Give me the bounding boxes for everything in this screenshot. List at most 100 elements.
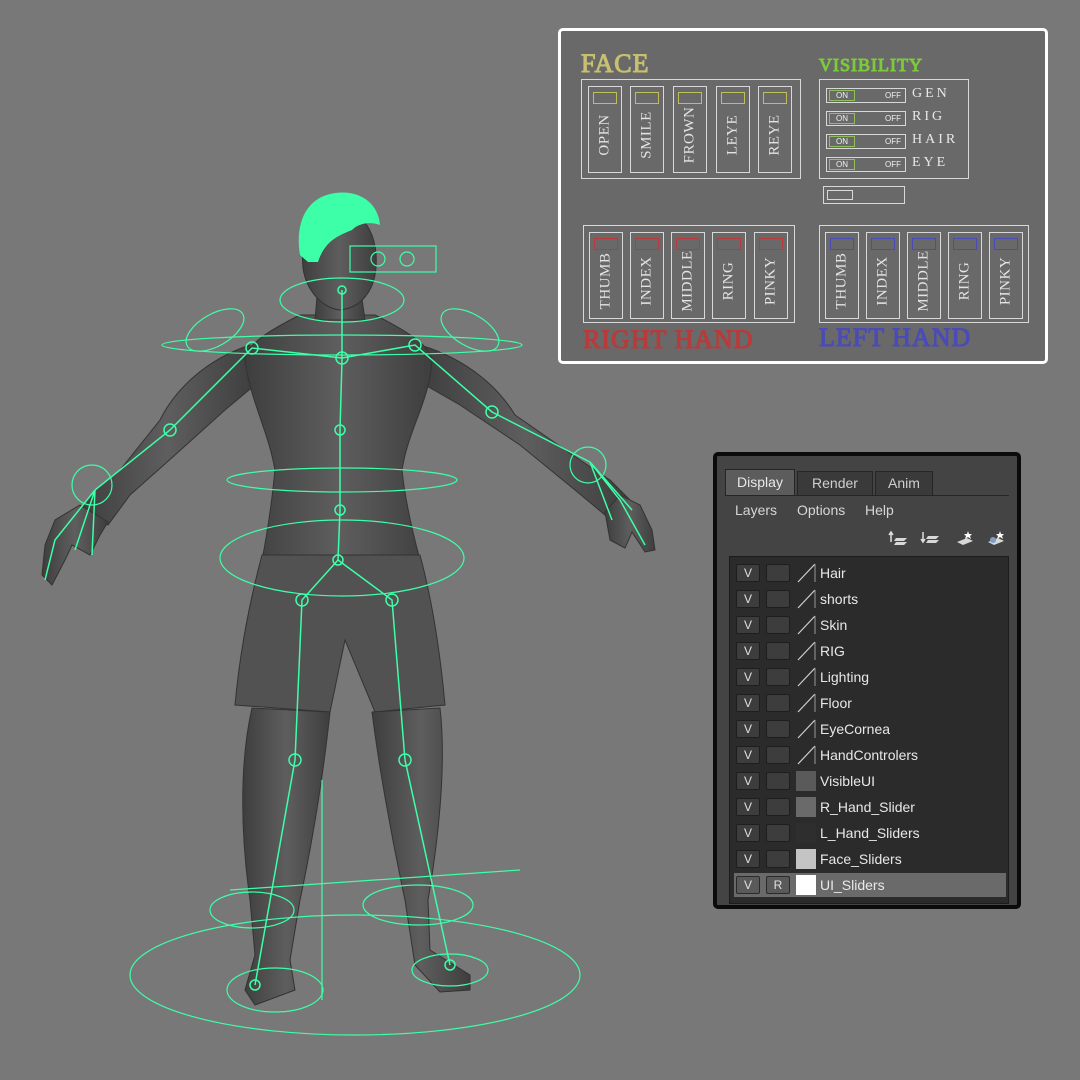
layer-name[interactable]: RIG: [820, 643, 845, 659]
visibility-toggle-rig[interactable]: ON OFF: [826, 111, 906, 126]
layer-name[interactable]: UI_Sliders: [820, 877, 885, 893]
visibility-toggle[interactable]: V: [736, 850, 760, 868]
create-layer-from-selected-icon[interactable]: [985, 528, 1007, 550]
off-label[interactable]: OFF: [885, 136, 901, 147]
layer-color-swatch[interactable]: [796, 589, 816, 609]
eye-right-control[interactable]: [399, 251, 415, 267]
slider-knob[interactable]: [678, 92, 702, 104]
layer-color-swatch[interactable]: [796, 797, 816, 817]
reference-toggle[interactable]: [766, 824, 790, 842]
on-button[interactable]: ON: [829, 113, 855, 124]
right-hand-slider-ring[interactable]: RING: [712, 232, 746, 319]
slider-knob[interactable]: [912, 238, 936, 250]
visibility-toggle-gen[interactable]: ON OFF: [826, 88, 906, 103]
on-button[interactable]: ON: [829, 90, 855, 101]
reference-toggle[interactable]: [766, 772, 790, 790]
reference-toggle[interactable]: [766, 850, 790, 868]
menu-help[interactable]: Help: [865, 502, 894, 518]
visibility-toggle[interactable]: V: [736, 772, 760, 790]
slider-knob[interactable]: [994, 238, 1018, 250]
visibility-toggle[interactable]: V: [736, 746, 760, 764]
layer-color-swatch[interactable]: [796, 849, 816, 869]
tab-render[interactable]: Render: [797, 471, 873, 495]
left-hand-slider-ring[interactable]: RING: [948, 232, 982, 319]
face-slider-leye[interactable]: LEYE: [716, 86, 750, 173]
layer-row-handcontrolers[interactable]: V HandControlers: [734, 743, 1006, 767]
on-button[interactable]: ON: [829, 136, 855, 147]
face-slider-frown[interactable]: FROWN: [673, 86, 707, 173]
face-slider-reye[interactable]: REYE: [758, 86, 792, 173]
layer-name[interactable]: R_Hand_Slider: [820, 799, 915, 815]
layer-name[interactable]: Floor: [820, 695, 852, 711]
left-hand-slider-index[interactable]: INDEX: [866, 232, 900, 319]
reference-toggle[interactable]: [766, 642, 790, 660]
visibility-toggle[interactable]: V: [736, 668, 760, 686]
reference-toggle[interactable]: [766, 590, 790, 608]
right-hand-slider-index[interactable]: INDEX: [630, 232, 664, 319]
slider-knob[interactable]: [717, 238, 741, 250]
visibility-toggle[interactable]: V: [736, 616, 760, 634]
layer-color-swatch[interactable]: [796, 823, 816, 843]
layer-row-l-hand-sliders[interactable]: V L_Hand_Sliders: [734, 821, 1006, 845]
slider-knob[interactable]: [759, 238, 783, 250]
slider-knob[interactable]: [676, 238, 700, 250]
reference-toggle[interactable]: [766, 798, 790, 816]
layer-color-swatch[interactable]: [796, 745, 816, 765]
layer-name[interactable]: shorts: [820, 591, 858, 607]
left-hand-slider-thumb[interactable]: THUMB: [825, 232, 859, 319]
layer-name[interactable]: VisibleUI: [820, 773, 875, 789]
right-hand-slider-middle[interactable]: MIDDLE: [671, 232, 705, 319]
off-label[interactable]: OFF: [885, 113, 901, 124]
reference-toggle[interactable]: [766, 694, 790, 712]
layer-row-ui-sliders[interactable]: V R UI_Sliders: [734, 873, 1006, 897]
create-empty-layer-icon[interactable]: [953, 528, 975, 550]
slider-knob[interactable]: [830, 238, 854, 250]
slider-knob[interactable]: [953, 238, 977, 250]
root-control[interactable]: [129, 914, 581, 1036]
visibility-toggle[interactable]: V: [736, 642, 760, 660]
left-hand-slider-middle[interactable]: MIDDLE: [907, 232, 941, 319]
slider-knob[interactable]: [635, 238, 659, 250]
slider-knob[interactable]: [871, 238, 895, 250]
reference-toggle[interactable]: [766, 668, 790, 686]
menu-layers[interactable]: Layers: [735, 502, 777, 518]
face-slider-smile[interactable]: SMILE: [630, 86, 664, 173]
visibility-toggle-eye[interactable]: ON OFF: [826, 157, 906, 172]
layer-row-floor[interactable]: V Floor: [734, 691, 1006, 715]
layer-color-swatch[interactable]: [796, 641, 816, 661]
layer-row-eyecornea[interactable]: V EyeCornea: [734, 717, 1006, 741]
layer-name[interactable]: Hair: [820, 565, 846, 581]
layer-name[interactable]: Skin: [820, 617, 847, 633]
slider-knob[interactable]: [594, 238, 618, 250]
reference-toggle[interactable]: [766, 616, 790, 634]
off-label[interactable]: OFF: [885, 90, 901, 101]
layer-row-visibleui[interactable]: V VisibleUI: [734, 769, 1006, 793]
left-hand-slider-pinky[interactable]: PINKY: [989, 232, 1023, 319]
tab-anim[interactable]: Anim: [875, 471, 933, 495]
layer-name[interactable]: L_Hand_Sliders: [820, 825, 920, 841]
visibility-toggle[interactable]: V: [736, 876, 760, 894]
extra-slider-knob[interactable]: [827, 190, 853, 200]
reference-toggle[interactable]: [766, 746, 790, 764]
layer-name[interactable]: Lighting: [820, 669, 869, 685]
layer-row-lighting[interactable]: V Lighting: [734, 665, 1006, 689]
layer-row-face-sliders[interactable]: V Face_Sliders: [734, 847, 1006, 871]
slider-knob[interactable]: [763, 92, 787, 104]
layer-color-swatch[interactable]: [796, 563, 816, 583]
visibility-toggle[interactable]: V: [736, 798, 760, 816]
layer-color-swatch[interactable]: [796, 667, 816, 687]
layer-color-swatch[interactable]: [796, 615, 816, 635]
right-shoulder-control[interactable]: [434, 300, 505, 360]
visibility-toggle-hair[interactable]: ON OFF: [826, 134, 906, 149]
slider-knob[interactable]: [635, 92, 659, 104]
reference-toggle[interactable]: R: [766, 876, 790, 894]
layer-row-r-hand-slider[interactable]: V R_Hand_Slider: [734, 795, 1006, 819]
layer-color-swatch[interactable]: [796, 771, 816, 791]
reference-toggle[interactable]: [766, 564, 790, 582]
layer-name[interactable]: HandControlers: [820, 747, 918, 763]
visibility-toggle[interactable]: V: [736, 824, 760, 842]
visibility-toggle[interactable]: V: [736, 694, 760, 712]
extra-slider[interactable]: [823, 186, 905, 204]
visibility-toggle[interactable]: V: [736, 720, 760, 738]
layer-color-swatch[interactable]: [796, 719, 816, 739]
